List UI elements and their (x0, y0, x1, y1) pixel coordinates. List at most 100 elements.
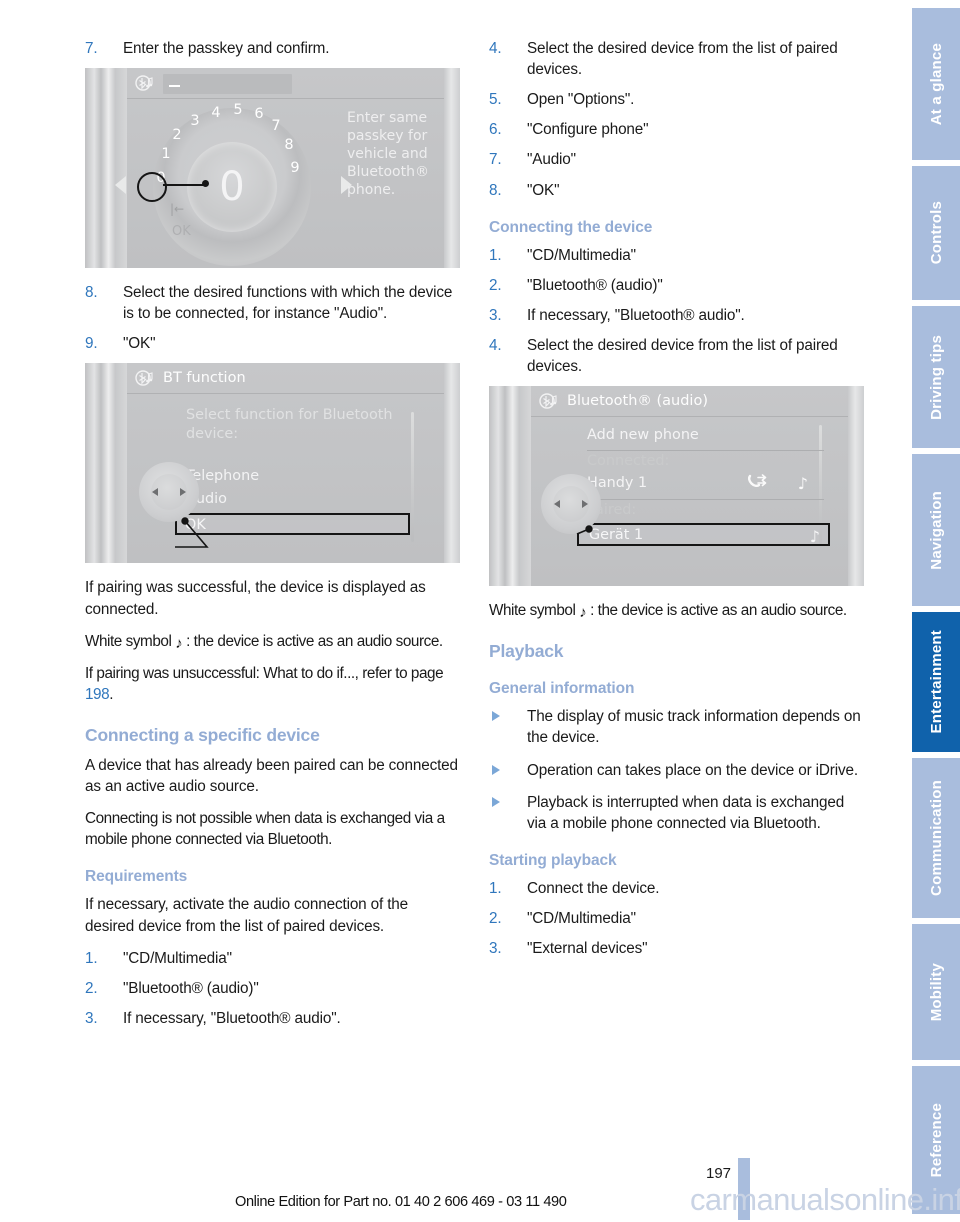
idrive-right-bezel (444, 363, 460, 564)
para-white-symbol-pre: White symbol (85, 632, 176, 650)
para-not-possible: Connecting is not possible when data is … (85, 810, 445, 849)
idrive-right-bezel (848, 386, 864, 587)
tab-label: Reference (927, 1102, 945, 1178)
tab-label: Mobility (927, 962, 945, 1022)
step-text: Select the desired device from the list … (527, 336, 838, 376)
step-text: Connect the device. (527, 879, 660, 897)
list-item: 4. Select the desired device from the li… (489, 38, 864, 80)
step-number: 2. (489, 909, 502, 927)
list-item: 6. "Configure phone" (489, 119, 864, 140)
tab-label: Communication (927, 780, 945, 896)
passkey-caret (169, 85, 180, 88)
idrive-right-bezel (444, 68, 460, 269)
step-list-connecting: 1. "CD/Multimedia" 2. "Bluetooth® (audio… (489, 245, 864, 378)
heading-connecting-the-device: Connecting the device (489, 218, 653, 236)
passkey-input-field[interactable] (163, 74, 292, 95)
passkey-dial[interactable]: 0 0 1 2 3 4 5 6 7 8 9 |← OK (115, 102, 352, 267)
dial-digit-2[interactable]: 2 (170, 127, 184, 143)
step-number: 6. (489, 121, 502, 139)
step-number: 2. (85, 979, 98, 997)
bullet-list-general-information: The display of music track information d… (489, 706, 864, 834)
page-number: 197 (706, 1165, 732, 1182)
bluetooth-audio-icon (539, 393, 559, 409)
heading-connecting-specific-device: Connecting a specific device (85, 724, 320, 745)
sidebar-item-driving-tips[interactable]: Driving tips (912, 306, 960, 448)
dial-ok-label[interactable]: OK (172, 224, 191, 239)
dial-back-label[interactable]: |← (170, 202, 184, 216)
dial-digit-5[interactable]: 5 (231, 102, 245, 118)
dial-selection-highlight (137, 172, 167, 203)
list-item: 7. "Audio" (489, 149, 864, 170)
dial-digit-1[interactable]: 1 (159, 146, 173, 162)
step-number: 4. (489, 40, 502, 57)
figure-bt-function: BT function Select function for Bluetoot… (85, 363, 460, 564)
para-failed-pre: If pairing was unsuccessful: What to do … (85, 664, 444, 682)
step-text: Select the desired functions with which … (123, 284, 453, 323)
bt-function-body: Select function for Bluetooth device: Te… (127, 394, 444, 563)
left-column: 7. Enter the passkey and confirm. 0 0 1 … (85, 38, 460, 1038)
step-number: 4. (489, 336, 502, 354)
sidebar-item-navigation[interactable]: Navigation (912, 454, 960, 606)
step-list-pairing: 7. Enter the passkey and confirm. (85, 38, 460, 59)
para-white-symbol-pre: White symbol (489, 602, 580, 620)
step-list-requirements: 1. "CD/Multimedia" 2. "Bluetooth® (audio… (85, 948, 460, 1029)
list-item: 1. Connect the device. (489, 878, 864, 899)
callout-leader-line (576, 525, 593, 535)
dial-digit-6[interactable]: 6 (252, 106, 266, 122)
dial-digit-9[interactable]: 9 (288, 160, 302, 176)
watermark: carmanualsonline.info (690, 1182, 960, 1217)
idrive-title-text: Bluetooth® (audio) (567, 393, 708, 410)
list-item: Playback is interrupted when data is exc… (489, 792, 864, 834)
para-white-symbol-post: : the device is active as an audio sourc… (182, 632, 443, 650)
dial-digit-3[interactable]: 3 (188, 113, 202, 129)
dial-arrow-left-icon[interactable] (115, 176, 126, 195)
bullet-text: Operation can takes place on the device … (527, 761, 858, 779)
step-text: If necessary, "Bluetooth® audio". (527, 306, 745, 324)
idrive-title-text: BT function (163, 370, 246, 387)
list-item: 1. "CD/Multimedia" (489, 245, 864, 266)
step-text: "Audio" (527, 151, 576, 169)
para-pairing-failed: If pairing was unsuccessful: What to do … (85, 663, 460, 705)
step-list-starting-playback: 1. Connect the device. 2. "CD/Multimedia… (489, 878, 864, 959)
step-number: 9. (85, 335, 98, 353)
triangle-bullet-icon (492, 796, 500, 807)
step-text: "CD/Multimedia" (527, 909, 636, 927)
sidebar-item-at-a-glance[interactable]: At a glance (912, 8, 960, 160)
para-white-symbol-right: White symbol ♪ : the device is active as… (489, 600, 864, 621)
bullet-text: The display of music track information d… (527, 708, 861, 747)
sidebar-item-communication[interactable]: Communication (912, 758, 960, 918)
step-text: "Configure phone" (527, 121, 649, 139)
tab-label: At a glance (927, 42, 945, 126)
idrive-left-bezel (85, 68, 127, 269)
page-cross-reference-link[interactable]: 198 (85, 686, 110, 703)
list-item: 3. If necessary, "Bluetooth® audio". (85, 1008, 460, 1029)
para-failed-post: . (109, 685, 113, 703)
dial-inner: 0 (187, 142, 277, 233)
step-text: If necessary, "Bluetooth® audio". (123, 1009, 341, 1027)
heading-general-information: General information (489, 680, 635, 698)
step-number: 1. (85, 949, 98, 967)
step-number: 2. (489, 276, 502, 294)
list-item: 8. Select the desired functions with whi… (85, 282, 460, 324)
dial-digit-8[interactable]: 8 (282, 137, 296, 153)
section-tab-rail: At a glance Controls Driving tips Naviga… (880, 0, 960, 1222)
dial-digit-7[interactable]: 7 (269, 118, 283, 134)
heading-starting-playback: Starting playback (489, 851, 617, 869)
sidebar-item-controls[interactable]: Controls (912, 166, 960, 300)
tab-label: Controls (927, 201, 945, 265)
idrive-titlebar: Bluetooth® (audio) (531, 386, 848, 418)
sidebar-item-mobility[interactable]: Mobility (912, 924, 960, 1060)
sidebar-item-entertainment[interactable]: Entertainment (912, 612, 960, 752)
para-white-symbol: White symbol ♪ : the device is active as… (85, 631, 460, 652)
step-text: "CD/Multimedia" (527, 246, 636, 264)
step-number: 7. (85, 40, 98, 57)
dial-digit-4[interactable]: 4 (209, 105, 223, 121)
bluetooth-audio-icon (135, 75, 155, 91)
tab-label: Driving tips (927, 334, 945, 420)
idrive-titlebar: BT function (127, 363, 444, 395)
tab-label: Navigation (927, 490, 945, 570)
callout-leader-line (175, 517, 209, 549)
bt-audio-body: Add new phone Connected: Handy 1 ♪ Paire… (531, 417, 848, 586)
step-number: 3. (85, 1009, 98, 1027)
tab-label: Entertainment (927, 630, 945, 734)
